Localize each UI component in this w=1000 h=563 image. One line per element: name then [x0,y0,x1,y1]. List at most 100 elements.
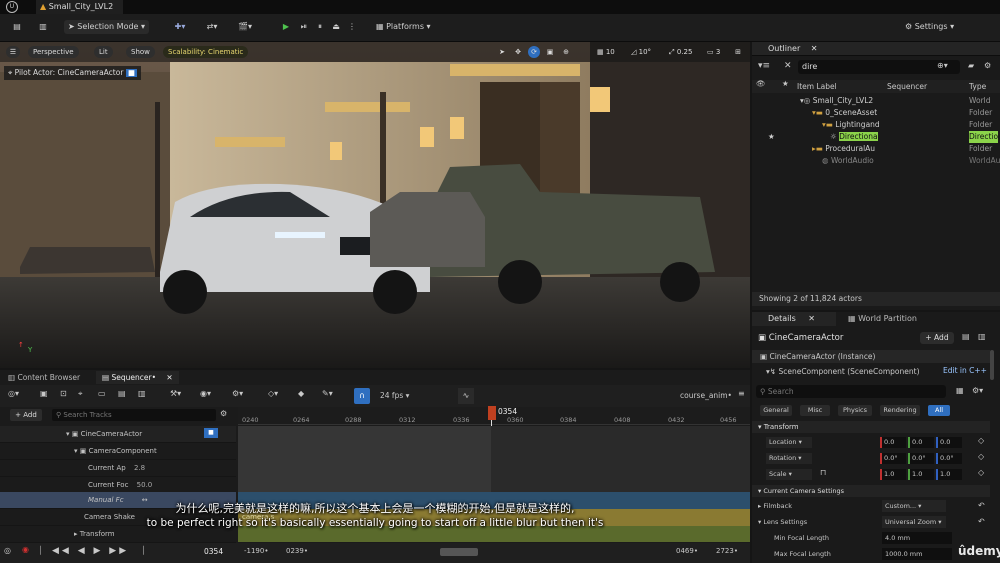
actions-icon[interactable]: ⚙▾ [232,390,243,398]
scale-snap[interactable]: ⤢ 0.25 [664,46,697,58]
close-icon[interactable]: ✕ [166,374,172,382]
outliner-row[interactable]: ◍ WorldAudio [822,155,874,167]
track-value[interactable]: 50.0 [137,481,153,489]
save-icon[interactable]: ▤ [10,18,24,36]
reset-icon[interactable]: ◇ [978,437,984,445]
track-row[interactable]: Current Ap 2.8 [0,460,236,477]
view-icon[interactable]: ◉▾ [200,390,211,398]
outliner-row[interactable]: ▾▬ 0_SceneAsset [812,107,877,119]
reset-arrow-icon[interactable]: ↶ [978,518,985,526]
sequencer-header[interactable]: Sequencer [887,80,927,93]
camera-settings-section[interactable]: ▾ Current Camera Settings [752,485,990,497]
sequence-menu-icon[interactable]: ≡ [738,390,745,398]
location-z[interactable]: 0.0 [936,437,962,448]
outliner-row[interactable]: ☼ Directiona [830,131,878,143]
edit-in-cpp-link[interactable]: Edit in C++ [943,366,987,375]
tools-icon[interactable]: ⚒▾ [170,390,181,398]
level-viewport[interactable]: ↑ Y [0,42,750,368]
track-filter-icon[interactable]: ⚙ [220,410,227,418]
camera-icon[interactable]: ■ [125,69,137,77]
playback-range-icon[interactable]: ∿ [458,388,474,404]
current-frame[interactable]: 0354 [204,547,223,556]
lock-icon[interactable]: ▥ [978,333,986,341]
blueprint-icon[interactable]: ▤ [962,333,970,341]
blueprint-icon[interactable]: ⇄▾ [202,18,222,36]
outliner-settings-icon[interactable]: ⚙ [984,62,991,70]
track-search-input[interactable]: ⚲ Search Tracks [52,409,216,421]
perspective-button[interactable]: Perspective [28,46,79,58]
min-focal-input[interactable]: 4.0 mm [882,532,952,544]
lens-dropdown[interactable]: Universal Zoom ▾ [882,516,946,528]
snap-icon[interactable]: ∩ [354,388,370,404]
filter-all[interactable]: All [928,405,950,416]
close-icon[interactable]: ✕ [811,45,818,53]
level-tab[interactable]: ▲ Small_City_LVL2 [36,0,124,14]
play-icon[interactable]: ▶ [280,18,292,36]
lens-settings-row[interactable]: ▾ Lens Settings [758,518,807,526]
scale-z[interactable]: 1.0 [936,469,962,480]
track-row[interactable]: ▾ ▣ CineCameraActor [0,426,236,443]
item-label-header[interactable]: Item Label [797,80,837,93]
transform-section[interactable]: ▾ Transform [752,421,990,433]
filter-general[interactable]: General [760,405,792,416]
rotate-tool-icon[interactable]: ⟳ [528,46,540,58]
key-add-icon[interactable]: ◆ [298,390,304,398]
details-search-input[interactable]: ⚲ Search [756,385,946,398]
selection-mode-dropdown[interactable]: ➤ Selection Mode ▾ [64,20,149,34]
platforms-dropdown[interactable]: ▦ Platforms ▾ [376,18,440,36]
cinematics-icon[interactable]: 🎬▾ [234,18,256,36]
clear-search-icon[interactable]: ✕ [784,62,792,71]
save-icon[interactable]: ▣ [40,390,48,398]
settings-dropdown[interactable]: ⚙ Settings ▾ [905,18,961,36]
content-icon[interactable]: ▥ [36,18,50,36]
more-options-icon[interactable]: ⋮ [346,18,358,36]
camera-speed[interactable]: ▭ 3 [702,46,725,58]
step-icon[interactable]: ⏯ [298,18,310,36]
playhead-marker[interactable] [488,406,496,420]
content-browser-tab[interactable]: ▥ Content Browser [4,371,84,384]
unreal-logo-icon[interactable]: U [6,1,18,13]
fps-dropdown[interactable]: 24 fps ▾ [380,391,409,400]
key-icon[interactable]: ◇▾ [268,390,278,398]
timeline-scrollbar[interactable] [440,548,478,556]
rotation-z[interactable]: 0.0° [936,453,962,464]
rotation-y[interactable]: 0.0° [908,453,934,464]
reset-icon[interactable]: ◇ [978,453,984,461]
record-icon[interactable]: ◉ [22,546,29,554]
details-tab[interactable]: Details ✕ [752,312,836,326]
filter-misc[interactable]: Misc [800,405,830,416]
type-header[interactable]: Type [969,80,986,93]
scale-dropdown[interactable]: Scale ▾ [766,469,812,480]
outliner-row[interactable]: ▾▬ Lightingand [822,119,880,131]
filmback-row[interactable]: ▸ Filmback [758,502,792,510]
show-button[interactable]: Show [126,46,155,58]
viewport-menu-icon[interactable]: ☰ [6,46,20,58]
add-filter-icon[interactable]: ⊕▾ [937,62,948,70]
filter-physics[interactable]: Physics [838,405,872,416]
track-value[interactable]: 2.8 [134,464,145,472]
rotate-snap[interactable]: ◿ 10° [626,46,656,58]
maximize-icon[interactable]: ⊞ [732,46,744,58]
max-focal-input[interactable]: 1000.0 mm [882,548,952,560]
select-tool-icon[interactable]: ➤ [496,46,508,58]
move-tool-icon[interactable]: ✥ [512,46,524,58]
lit-button[interactable]: Lit [94,46,113,58]
world-icon[interactable]: ◎ [4,547,11,555]
film-icon[interactable]: ▤ [118,390,126,398]
details-scrollbar[interactable] [990,350,994,380]
transport-controls[interactable]: ⎸◀◀ ◀ ▶ ▶▶ ⎹ [40,546,147,556]
reset-icon[interactable]: ◇ [978,469,984,477]
star-icon[interactable]: ★ [768,131,775,143]
component-instance-row[interactable]: ▣ CineCameraActor (Instance) [752,350,990,363]
world-space-icon[interactable]: ⊕ [560,46,572,58]
location-dropdown[interactable]: Location ▾ [766,437,812,448]
filter-icon[interactable]: ▾≡ [758,62,770,71]
eject-icon[interactable]: ⏏ [330,18,342,36]
location-x[interactable]: 0.0 [880,437,906,448]
visibility-icon[interactable]: 👁 [756,80,766,88]
browse-icon[interactable]: ⊡ [60,390,67,398]
add-actor-icon[interactable]: ✚▾ [170,18,190,36]
details-settings-icon[interactable]: ⚙▾ [972,387,983,395]
render-icon[interactable]: ▭ [98,390,106,398]
rotation-x[interactable]: 0.0° [880,453,906,464]
